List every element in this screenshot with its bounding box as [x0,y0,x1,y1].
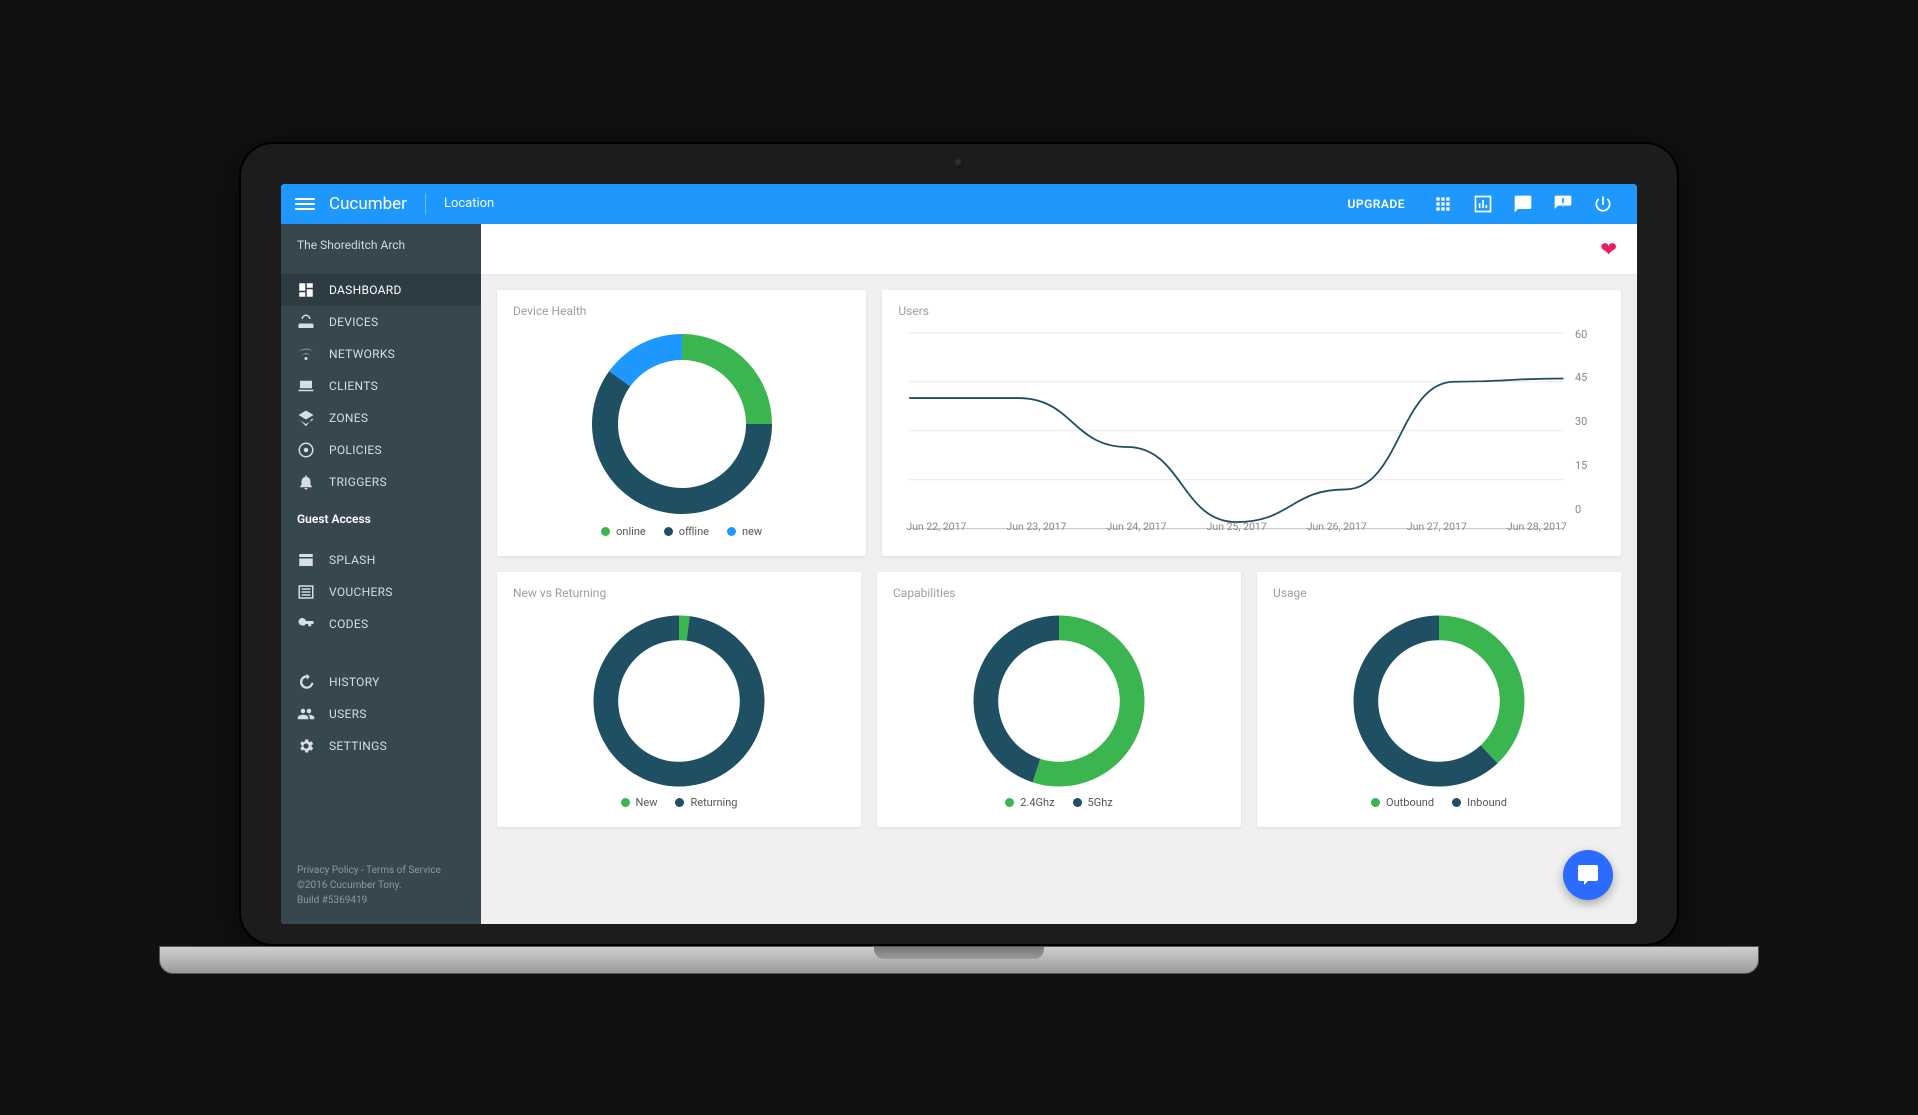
card-device-health: Device Health online offline new [497,290,866,556]
sidebar-item-policies[interactable]: POLICIES [281,434,481,466]
legend-item: offline [664,525,709,538]
card-title: Capabilities [893,586,1225,600]
sidebar-item-devices[interactable]: DEVICES [281,306,481,338]
sidebar-item-codes[interactable]: CODES [281,608,481,640]
device-health-chart [582,324,782,524]
sidebar-item-label: NETWORKS [329,347,395,361]
legend-item: online [601,525,646,538]
legend-item: Returning [675,796,737,809]
sidebar-item-label: CLIENTS [329,379,378,393]
announcement-icon[interactable] [1553,194,1573,214]
app-brand: Cucumber [329,194,407,214]
upgrade-button[interactable]: UPGRADE [1348,197,1405,211]
footer-copyright: ©2016 Cucumber Tony. [297,878,465,893]
legend-item: New [621,796,658,809]
history-icon [297,673,315,691]
sidebar-item-label: DEVICES [329,315,378,329]
web-icon [297,551,315,569]
usage-legend: Outbound Inbound [1273,796,1605,809]
sidebar-item-label: SPLASH [329,553,376,567]
capabilities-legend: 2.4Ghz 5Ghz [893,796,1225,809]
sidebar-footer: Privacy Policy - Terms of Service ©2016 … [281,853,481,924]
power-icon[interactable] [1593,194,1613,214]
legend-item: Outbound [1371,796,1434,809]
sidebar-item-label: VOUCHERS [329,585,393,599]
sidebar-item-label: TRIGGERS [329,475,387,489]
sidebar-item-networks[interactable]: NETWORKS [281,338,481,370]
legend-item: 2.4Ghz [1005,796,1054,809]
camera-dot [954,158,964,168]
sidebar-item-zones[interactable]: ZONES [281,402,481,434]
card-capabilities: Capabilities 2.4Ghz 5Ghz [877,572,1241,827]
sidebar-item-label: USERS [329,707,367,721]
sidebar-item-splash[interactable]: SPLASH [281,544,481,576]
card-usage: Usage Outbound Inbound [1257,572,1621,827]
laptop-mock: Cucumber Location UPGRADE The Shoreditch… [239,142,1679,974]
key-icon [297,615,315,633]
intercom-icon [1576,863,1600,887]
page-header: ❤ [481,224,1637,274]
bell-icon [297,473,315,491]
sidebar-item-label: ZONES [329,411,368,425]
router-icon [297,313,315,331]
card-new-vs-returning: New vs Returning New Returning [497,572,861,827]
layers-icon [297,409,315,427]
sidebar-item-label: DASHBOARD [329,283,402,297]
sidebar-item-settings[interactable]: SETTINGS [281,730,481,762]
card-title: Users [898,304,1605,318]
sidebar-section-title: Guest Access [281,502,481,536]
chat-icon[interactable] [1513,194,1533,214]
people-icon [297,705,315,723]
divider [425,193,426,215]
sidebar-item-label: POLICIES [329,443,382,457]
sidebar-item-label: SETTINGS [329,739,387,753]
gear-icon [297,737,315,755]
footer-links[interactable]: Privacy Policy - Terms of Service [297,863,465,878]
laptop-icon [297,377,315,395]
policy-icon [297,441,315,459]
footer-build: Build #5369419 [297,893,465,908]
heart-icon[interactable]: ❤ [1600,237,1617,261]
device-health-legend: online offline new [513,525,850,538]
card-users: Users 604530150 Jun 22, 2017Jun 23, 2017… [882,290,1621,556]
sidebar-item-clients[interactable]: CLIENTS [281,370,481,402]
sidebar-item-label: CODES [329,617,368,631]
sidebar: The Shoreditch Arch DASHBOARD DEVICES [281,224,481,924]
card-title: Device Health [513,304,850,318]
intercom-fab[interactable] [1563,850,1613,900]
apps-icon[interactable] [1433,194,1453,214]
top-bar: Cucumber Location UPGRADE [281,184,1637,224]
breadcrumb[interactable]: Location [444,196,494,211]
legend-item: Inbound [1452,796,1507,809]
nvr-chart [584,606,774,796]
legend-item: new [727,525,762,538]
sidebar-item-label: HISTORY [329,675,380,689]
main-content: ❤ Device Health online offline new [481,224,1637,924]
capabilities-chart [964,606,1154,796]
sidebar-location: The Shoreditch Arch [281,224,481,266]
card-title: New vs Returning [513,586,845,600]
sidebar-item-history[interactable]: HISTORY [281,666,481,698]
sidebar-item-vouchers[interactable]: VOUCHERS [281,576,481,608]
legend-item: 5Ghz [1073,796,1113,809]
nvr-legend: New Returning [513,796,845,809]
sidebar-item-triggers[interactable]: TRIGGERS [281,466,481,498]
sidebar-item-users[interactable]: USERS [281,698,481,730]
list-icon [297,583,315,601]
card-title: Usage [1273,586,1605,600]
wifi-icon [297,345,315,363]
users-line-chart: 604530150 Jun 22, 2017Jun 23, 2017Jun 24… [902,328,1571,538]
usage-chart [1344,606,1534,796]
menu-icon[interactable] [295,198,315,210]
poll-icon[interactable] [1473,194,1493,214]
sidebar-item-dashboard[interactable]: DASHBOARD [281,274,481,306]
dashboard-icon [297,281,315,299]
